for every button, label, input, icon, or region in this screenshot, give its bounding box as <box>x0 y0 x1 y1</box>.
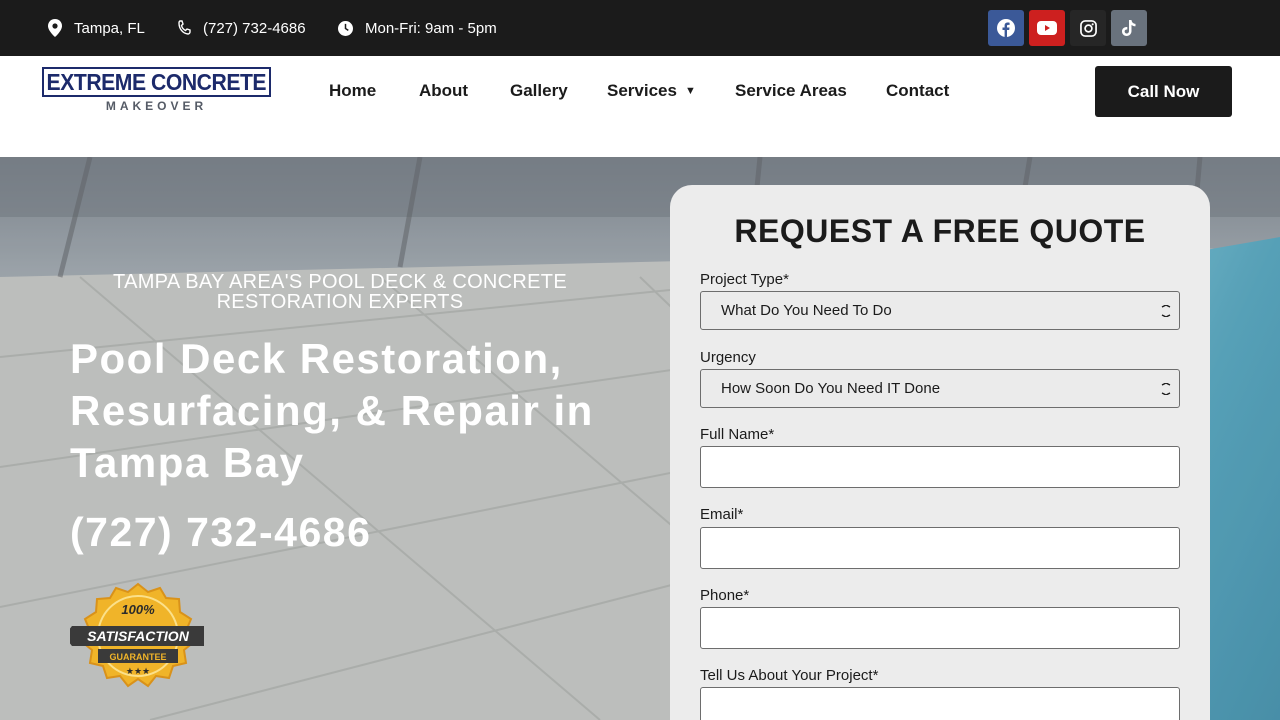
nav-home-label: Home <box>329 81 377 100</box>
project-description-label: Tell Us About Your Project* <box>700 667 879 684</box>
youtube-link[interactable] <box>1029 10 1065 46</box>
map-pin-icon <box>48 19 62 37</box>
logo-box: EXTREME CONCRETE <box>42 67 271 97</box>
tiktok-icon <box>1122 20 1136 36</box>
phone-label: Phone* <box>700 587 750 604</box>
project-type-label: Project Type* <box>700 271 789 288</box>
urgency-value: How Soon Do You Need IT Done <box>721 380 941 397</box>
hero-tagline: TAMPA BAY AREA'S POOL DECK & CONCRETE RE… <box>113 271 567 313</box>
nav-contact[interactable]: Contact <box>886 56 949 126</box>
location-text: Tampa, FL <box>74 19 145 37</box>
svg-text:★★★: ★★★ <box>126 667 150 677</box>
phone-input[interactable] <box>700 607 1180 649</box>
facebook-icon <box>997 19 1015 37</box>
project-description-textarea[interactable] <box>700 687 1180 720</box>
full-name-input[interactable] <box>700 446 1180 488</box>
hero-section: TAMPA BAY AREA'S POOL DECK & CONCRETE RE… <box>0 157 1280 720</box>
facebook-link[interactable] <box>988 10 1024 46</box>
nav-services[interactable]: Services ▼ <box>607 56 696 126</box>
chevron-down-icon <box>1161 305 1171 317</box>
nav-about[interactable]: About <box>419 56 468 126</box>
phone-icon <box>178 20 191 35</box>
caret-down-icon: ▼ <box>684 85 696 97</box>
full-name-label: Full Name* <box>700 426 775 443</box>
form-title: REQUEST A FREE QUOTE <box>734 213 1146 249</box>
nav-service-areas-label: Service Areas <box>735 81 847 100</box>
hero-headline: Pool Deck Restoration, Resurfacing, & Re… <box>70 335 594 486</box>
nav-contact-label: Contact <box>886 81 950 100</box>
site-logo[interactable]: EXTREME CONCRETE MAKEOVER <box>42 67 271 113</box>
badge-bottom-text: GUARANTEE <box>109 652 166 662</box>
nav-gallery-label: Gallery <box>510 81 568 100</box>
badge-middle-text: SATISFACTION <box>87 628 190 644</box>
email-input[interactable] <box>700 527 1180 569</box>
logo-main-text: EXTREME CONCRETE <box>46 68 267 95</box>
youtube-icon <box>1037 21 1057 35</box>
location-info: Tampa, FL <box>48 0 145 56</box>
urgency-label: Urgency <box>700 349 756 366</box>
tiktok-link[interactable] <box>1111 10 1147 46</box>
quote-form: REQUEST A FREE QUOTE Project Type* What … <box>670 185 1210 720</box>
email-label: Email* <box>700 506 744 523</box>
topbar-phone-text: (727) 732-4686 <box>203 19 306 37</box>
badge-top-text: 100% <box>121 602 155 617</box>
satisfaction-guarantee-badge: 100% SATISFACTION GUARANTEE ★★★ <box>70 582 204 688</box>
nav-gallery[interactable]: Gallery <box>510 56 568 126</box>
instagram-icon <box>1079 19 1097 37</box>
nav-services-label: Services <box>607 81 677 100</box>
hours-info: Mon-Fri: 9am - 5pm <box>338 0 497 56</box>
hero-phone-link[interactable]: (727) 732-4686 <box>70 509 371 556</box>
chevron-down-icon <box>1161 383 1171 395</box>
topbar-phone-link[interactable]: (727) 732-4686 <box>177 0 306 56</box>
nav-about-label: About <box>419 81 469 100</box>
instagram-link[interactable] <box>1070 10 1106 46</box>
top-bar: Tampa, FL (727) 732-4686 Mon-Fri: 9am - … <box>0 0 1280 56</box>
clock-icon <box>338 20 353 36</box>
call-now-button[interactable]: Call Now <box>1095 66 1232 117</box>
nav-service-areas[interactable]: Service Areas <box>735 56 847 126</box>
project-type-value: What Do You Need To Do <box>721 302 892 319</box>
project-type-select[interactable]: What Do You Need To Do <box>700 291 1180 330</box>
logo-sub-text: MAKEOVER <box>105 99 208 113</box>
nav-home[interactable]: Home <box>329 56 376 126</box>
call-now-label: Call Now <box>1127 81 1200 101</box>
urgency-select[interactable]: How Soon Do You Need IT Done <box>700 369 1180 408</box>
hours-text: Mon-Fri: 9am - 5pm <box>365 19 497 37</box>
site-header: EXTREME CONCRETE MAKEOVER Home About Gal… <box>0 56 1280 157</box>
